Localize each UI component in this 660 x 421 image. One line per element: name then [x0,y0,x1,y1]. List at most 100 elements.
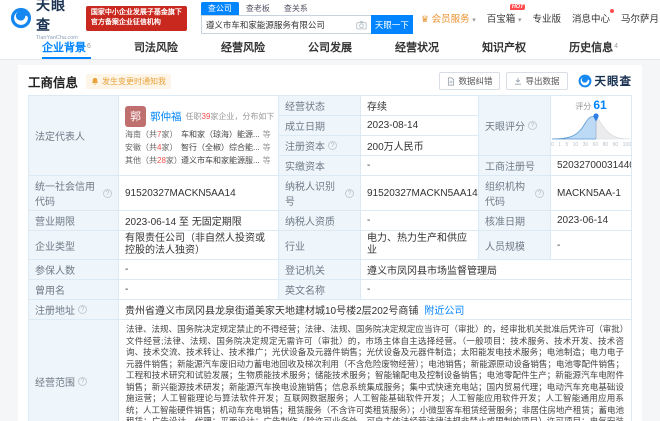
logo-title: 天眼查 [36,0,66,33]
gov-badge-line2: 官方备案企业征信机构 [90,19,161,26]
crown-icon: ♛ [420,14,429,24]
field-label-established: 成立日期 [279,116,361,136]
top-header: 天眼查 TianYanCha.com 国家中小企业发展子基金旗下 官方备案企业征… [0,0,660,41]
field-value-approval-date: 2023-06-14 [551,211,632,231]
search-input[interactable] [205,19,356,30]
tab-operating-risk[interactable]: 经营风险 [221,36,265,59]
tianyancha-logo[interactable]: 天眼查 TianYanCha.com [10,0,78,41]
field-label-former-name: 曾用名 [29,280,119,300]
company-link[interactable]: 车和家（琼海）能源... [181,129,260,140]
field-value-established: 2023-08-14 [361,116,479,136]
tab-history-info[interactable]: 历史信息 4 [569,36,618,59]
menu-message-center[interactable]: 消息中心 [572,9,614,25]
menu-user-account[interactable]: 马尔萨月 ▾ [621,11,660,25]
search-button[interactable]: 天眼一下 [370,15,413,34]
field-value-reg-capital: 200万人民币 [361,136,479,156]
company-section-nav: 企业背景 6 司法风险 经营风险 公司发展 经营状况 知识产权 历史信息 4 [0,36,660,60]
field-value-paid-capital: - [361,156,479,176]
bell-icon [91,77,99,85]
search-tab-company[interactable]: 查公司 [200,2,239,15]
business-info-table-top: 法定代表人 郭 郭仲福 任职39家企业，分布如下 海南（共7家） 车和家（琼海）能… [28,95,632,176]
score-distribution-curve [551,113,631,140]
document-edit-icon [448,76,455,86]
field-label-reg-number: 工商注册号 [479,156,551,176]
field-label-address: 注册地址 [29,300,119,320]
field-label-english-name: 英文名称 [279,280,361,300]
field-label-taxpayer-quality: 纳税人资质 [279,211,361,231]
company-link[interactable]: 遵义市车和家能源服... [181,155,260,166]
field-label-industry: 行业 [279,231,361,260]
business-info-card: 工商信息 发生变更时通知我 数据纠错 导出数据 天眼查 法定代表人 郭 郭仲福 … [18,65,642,421]
field-label-approval-date: 核准日期 [479,211,551,231]
chevron-down-icon: ▾ [472,17,476,24]
field-label-company-type: 企业类型 [29,231,119,260]
tab-intellectual-property[interactable]: 知识产权 [482,36,526,59]
nearby-companies-link[interactable]: 附近公司 [424,302,464,317]
legal-rep-name-link[interactable]: 郭仲福 [150,109,182,124]
score-axis: 0 1 5 10 30 60 80 90 100 [551,142,631,148]
camera-icon[interactable] [356,20,367,30]
info-icon[interactable] [528,121,537,130]
download-icon [515,77,522,85]
search-area: 查公司 查老板 查关系 天眼一下 [200,2,413,34]
field-label-registry: 登记机关 [279,260,361,280]
region-line: 安徽（共4家） 智行（全椒）综合能... 等 [125,142,271,153]
field-label-paid-capital: 实缴资本 [279,156,361,176]
field-label-staff-size: 人员规模 [479,231,551,260]
avatar[interactable]: 郭 [125,105,146,127]
info-icon[interactable] [535,188,544,198]
field-label-business-scope: 经营范围 [29,320,119,421]
tab-company-development[interactable]: 公司发展 [308,36,352,59]
score-value: 61 [593,98,607,112]
field-value-taxpayer-quality: - [361,211,479,231]
tianyancha-logo-icon [578,74,591,88]
field-label-biz-term: 营业期限 [29,211,119,231]
notification-dot [609,9,614,13]
chevron-down-icon: ▾ [517,17,522,24]
gov-certification-badge: 国家中小企业发展子基金旗下 官方备案企业征信机构 [85,5,187,31]
field-value-org-code: MACKN5AA-1 [551,176,632,211]
tab-company-background[interactable]: 企业背景 6 [42,36,91,59]
field-label-insured-count: 参保人数 [29,260,119,280]
field-label-score: 天眼评分 [479,96,551,156]
info-icon[interactable] [328,141,337,150]
menu-pro-version[interactable]: 专业版 [532,11,561,25]
field-label-status: 经营状态 [279,96,361,116]
hot-badge: HOT [509,4,526,10]
search-tab-relation[interactable]: 查关系 [277,2,315,15]
field-value-registry: 遵义市凤冈县市场监督管理局 [361,260,632,280]
field-value-biz-term: 2023-06-14 至 无固定期限 [119,211,279,231]
data-correction-button[interactable]: 数据纠错 [439,72,501,90]
field-value-insured-count: - [119,260,279,280]
export-data-button[interactable]: 导出数据 [506,72,568,90]
tab-judicial-risk[interactable]: 司法风险 [134,36,178,59]
change-notify-badge[interactable]: 发生变更时通知我 [86,73,172,89]
menu-vip-services[interactable]: ♛ 会员服务 ▾ [421,11,476,25]
info-icon[interactable] [78,305,87,314]
field-value-address: 贵州省遵义市凤冈县龙泉街道美家天地建材城10号楼2层202号商铺 附近公司 [119,300,632,320]
legal-rep-cell: 郭 郭仲福 任职39家企业，分布如下 海南（共7家） 车和家（琼海）能源... 等 … [119,96,279,176]
field-value-taxpayer-id: 91520327MACKN5AA14 [361,176,479,211]
field-label-org-code: 组织机构代码 [479,176,551,211]
info-icon[interactable] [345,188,354,198]
search-tab-boss[interactable]: 查老板 [239,2,277,15]
field-value-industry: 电力、热力生产和供应业 [361,231,479,260]
company-link[interactable]: 智行（全椒）综合能... [181,142,260,153]
field-label-credit-code: 统一社会信用代码 [29,176,119,211]
region-line: 其他（共28家） 遵义市车和家能源服... 等 [125,155,271,166]
field-value-reg-number: 520327000314408 [551,156,632,176]
region-line: 海南（共7家） 车和家（琼海）能源... 等 [125,129,271,140]
field-label-legal-rep: 法定代表人 [29,96,119,176]
section-title: 工商信息 [28,75,79,90]
field-value-credit-code: 91520327MACKN5AA14 [119,176,279,211]
tianyan-score-chart: 评分 61 0 1 5 10 30 60 80 90 100 [551,96,632,156]
info-icon[interactable] [78,377,87,386]
field-label-taxpayer-id: 纳税人识别号 [279,176,361,211]
menu-toolbox[interactable]: 百宝箱 ▾ HOT [487,4,526,25]
business-info-table-bottom: 统一社会信用代码 91520327MACKN5AA14 纳税人识别号 91520… [28,176,632,421]
tab-operating-status[interactable]: 经营状况 [395,36,439,59]
gov-badge-line1: 国家中小企业发展子基金旗下 [90,8,182,16]
field-value-company-type: 有限责任公司（非自然人投资或控股的法人独资） [119,231,279,260]
info-icon[interactable] [103,188,112,198]
field-label-reg-capital: 注册资本 [279,136,361,156]
